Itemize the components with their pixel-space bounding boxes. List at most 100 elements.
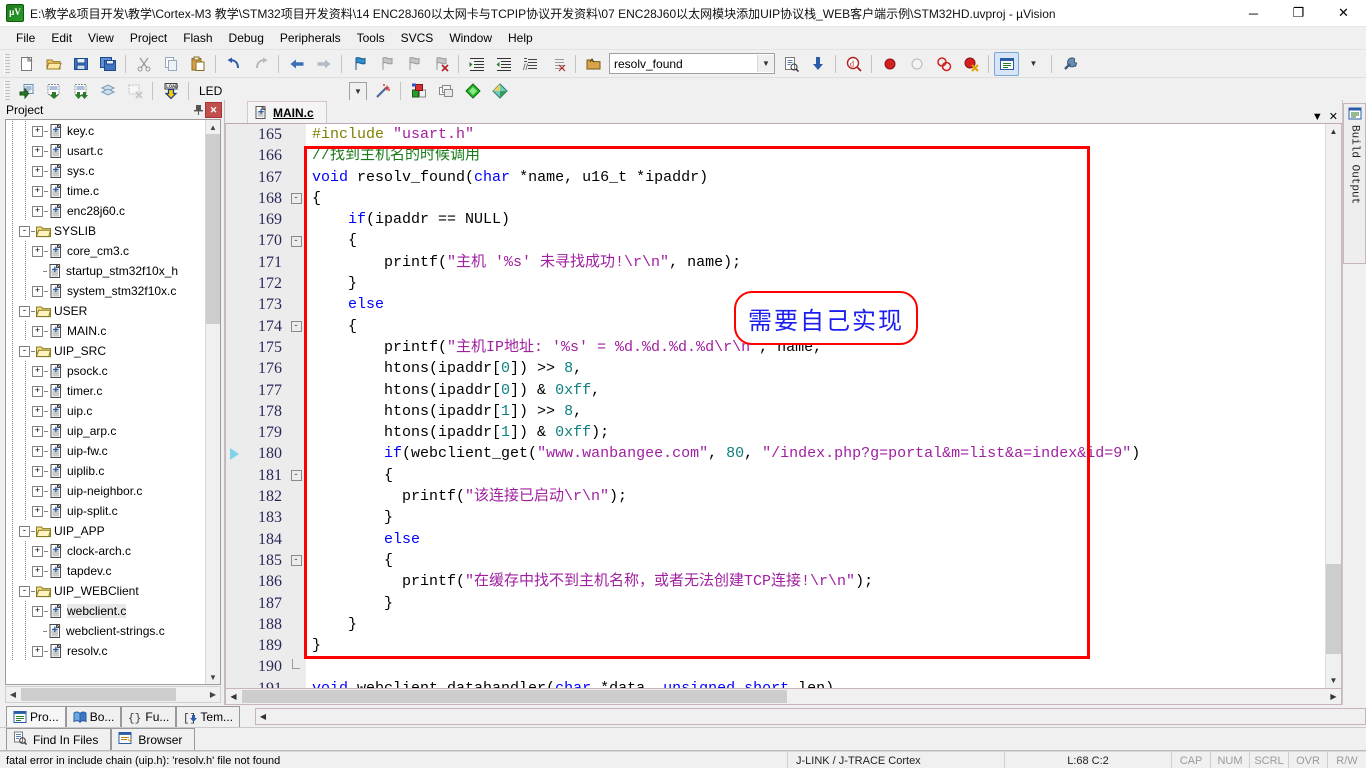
cut-button[interactable] bbox=[131, 52, 156, 76]
bookmark-clear-button[interactable] bbox=[428, 52, 453, 76]
tree-expand-icon[interactable]: + bbox=[32, 446, 43, 457]
tree-expand-icon[interactable]: + bbox=[32, 146, 43, 157]
scroll-down-arrow-icon[interactable]: ▼ bbox=[1326, 673, 1341, 688]
bottom-tab-templates[interactable]: [] Tem... bbox=[176, 706, 240, 727]
fold-marker[interactable]: - bbox=[286, 236, 306, 247]
tree-collapse-icon[interactable]: - bbox=[19, 226, 30, 237]
tabstrip-close-icon[interactable]: ✕ bbox=[1329, 110, 1338, 123]
menu-item-help[interactable]: Help bbox=[500, 29, 541, 47]
project-tree-scrollbar[interactable]: ▲ ▼ bbox=[205, 120, 220, 684]
close-button[interactable]: ✕ bbox=[1321, 0, 1366, 26]
scroll-right-arrow-icon[interactable]: ▶ bbox=[1326, 690, 1341, 703]
scroll-down-arrow-icon[interactable]: ▼ bbox=[206, 670, 220, 684]
hscroll-thumb[interactable] bbox=[21, 688, 176, 701]
tree-file[interactable]: +uip_arp.c bbox=[6, 421, 206, 441]
tree-file[interactable]: +psock.c bbox=[6, 361, 206, 381]
toolbar-grip[interactable] bbox=[4, 54, 10, 74]
disable-breakpoint-button[interactable] bbox=[904, 52, 929, 76]
scroll-thumb[interactable] bbox=[206, 134, 220, 324]
code-hscrollbar[interactable]: ◀ ▶ bbox=[225, 689, 1342, 705]
tree-file[interactable]: webclient-strings.c bbox=[6, 621, 206, 641]
code-hscroll-thumb[interactable] bbox=[242, 690, 787, 703]
code-line[interactable]: 165#include ″usart.h″ bbox=[226, 124, 1326, 145]
function-icon-button[interactable] bbox=[581, 52, 606, 76]
find-in-files-button[interactable] bbox=[778, 52, 803, 76]
chevron-down-icon[interactable]: ▼ bbox=[349, 82, 367, 101]
fold-marker[interactable]: - bbox=[286, 555, 306, 566]
bottom-tab-books[interactable]: Bo... bbox=[66, 706, 122, 727]
tree-expand-icon[interactable]: + bbox=[32, 126, 43, 137]
tree-file[interactable]: +key.c bbox=[6, 121, 206, 141]
code-line[interactable]: 177 htons(ipaddr[0]) & 0xff, bbox=[226, 380, 1326, 401]
navigate-back-button[interactable] bbox=[284, 52, 309, 76]
tree-expand-icon[interactable]: + bbox=[32, 166, 43, 177]
tree-file[interactable]: +uiplib.c bbox=[6, 461, 206, 481]
tree-file[interactable]: +uip.c bbox=[6, 401, 206, 421]
open-file-button[interactable] bbox=[41, 52, 66, 76]
insert-bookmark-button[interactable] bbox=[805, 52, 830, 76]
tree-file[interactable]: +clock-arch.c bbox=[6, 541, 206, 561]
code-line[interactable]: 170- { bbox=[226, 230, 1326, 251]
menu-item-tools[interactable]: Tools bbox=[349, 29, 393, 47]
tree-group[interactable]: -UIP_WEBClient bbox=[6, 581, 206, 601]
code-line[interactable]: 187 } bbox=[226, 593, 1326, 614]
scroll-up-arrow-icon[interactable]: ▲ bbox=[1326, 124, 1341, 139]
tree-group[interactable]: -UIP_SRC bbox=[6, 341, 206, 361]
bookmark-toggle-button[interactable] bbox=[347, 52, 372, 76]
tree-file[interactable]: +webclient.c bbox=[6, 601, 206, 621]
bookmark-next-button[interactable] bbox=[401, 52, 426, 76]
fold-collapse-icon[interactable]: - bbox=[291, 470, 302, 481]
tree-expand-icon[interactable]: + bbox=[32, 426, 43, 437]
menu-item-svcs[interactable]: SVCS bbox=[393, 29, 442, 47]
tree-expand-icon[interactable]: + bbox=[32, 186, 43, 197]
insert-breakpoint-button[interactable] bbox=[877, 52, 902, 76]
code-line[interactable]: 168-{ bbox=[226, 188, 1326, 209]
code-line[interactable]: 184 else bbox=[226, 529, 1326, 550]
tree-file[interactable]: +usart.c bbox=[6, 141, 206, 161]
bookmark-prev-button[interactable] bbox=[374, 52, 399, 76]
code-line[interactable]: 186 printf(″在缓存中找不到主机名称，或者无法创建TCP连接!\r\n… bbox=[226, 571, 1326, 592]
tree-expand-icon[interactable]: + bbox=[32, 366, 43, 377]
indent-left-button[interactable] bbox=[491, 52, 516, 76]
new-file-button[interactable] bbox=[14, 52, 39, 76]
menu-item-window[interactable]: Window bbox=[441, 29, 500, 47]
menu-item-debug[interactable]: Debug bbox=[221, 29, 272, 47]
fold-collapse-icon[interactable]: - bbox=[291, 193, 302, 204]
fold-collapse-icon[interactable]: - bbox=[291, 321, 302, 332]
comment-lines-button[interactable]: // bbox=[518, 52, 543, 76]
code-editor[interactable]: 165#include ″usart.h″166//找到主机名的时候调用167v… bbox=[225, 124, 1342, 689]
tree-expand-icon[interactable]: + bbox=[32, 246, 43, 257]
tree-expand-icon[interactable]: + bbox=[32, 286, 43, 297]
disable-all-breakpoints-button[interactable] bbox=[931, 52, 956, 76]
code-line[interactable]: 166//找到主机名的时候调用 bbox=[226, 145, 1326, 166]
copy-button[interactable] bbox=[158, 52, 183, 76]
toolbar-grip[interactable] bbox=[4, 81, 10, 101]
tree-file[interactable]: +uip-neighbor.c bbox=[6, 481, 206, 501]
tree-expand-icon[interactable]: + bbox=[32, 386, 43, 397]
code-line[interactable]: 185- { bbox=[226, 550, 1326, 571]
tree-collapse-icon[interactable]: - bbox=[19, 586, 30, 597]
tree-file[interactable]: +enc28j60.c bbox=[6, 201, 206, 221]
editor-tab-main-c[interactable]: MAIN.c bbox=[247, 101, 327, 123]
code-line[interactable]: 189} bbox=[226, 635, 1326, 656]
menu-item-project[interactable]: Project bbox=[122, 29, 175, 47]
editor-bottom-hscrollbar[interactable]: ◀ bbox=[255, 708, 1366, 725]
scroll-left-arrow-icon[interactable]: ◀ bbox=[6, 688, 20, 701]
fold-marker[interactable] bbox=[286, 665, 306, 669]
tree-file[interactable]: +sys.c bbox=[6, 161, 206, 181]
undo-button[interactable] bbox=[221, 52, 246, 76]
window-layout-button[interactable] bbox=[994, 52, 1019, 76]
tree-file[interactable]: +uip-fw.c bbox=[6, 441, 206, 461]
bottom-tab-project[interactable]: Pro... bbox=[6, 706, 66, 727]
tree-file[interactable]: +MAIN.c bbox=[6, 321, 206, 341]
minimize-button[interactable]: ─ bbox=[1231, 0, 1276, 26]
tree-expand-icon[interactable]: + bbox=[32, 466, 43, 477]
code-line[interactable]: 181- { bbox=[226, 465, 1326, 486]
tree-file[interactable]: +system_stm32f10x.c bbox=[6, 281, 206, 301]
code-line[interactable]: 171 printf(″主机 '%s' 未寻找成功!\r\n″, name); bbox=[226, 252, 1326, 273]
scroll-up-arrow-icon[interactable]: ▲ bbox=[206, 120, 220, 134]
output-tab-browser[interactable]: Browser bbox=[111, 728, 195, 750]
tree-expand-icon[interactable]: + bbox=[32, 646, 43, 657]
code-line[interactable]: 188 } bbox=[226, 614, 1326, 635]
code-viewport[interactable]: 165#include ″usart.h″166//找到主机名的时候调用167v… bbox=[226, 124, 1326, 688]
